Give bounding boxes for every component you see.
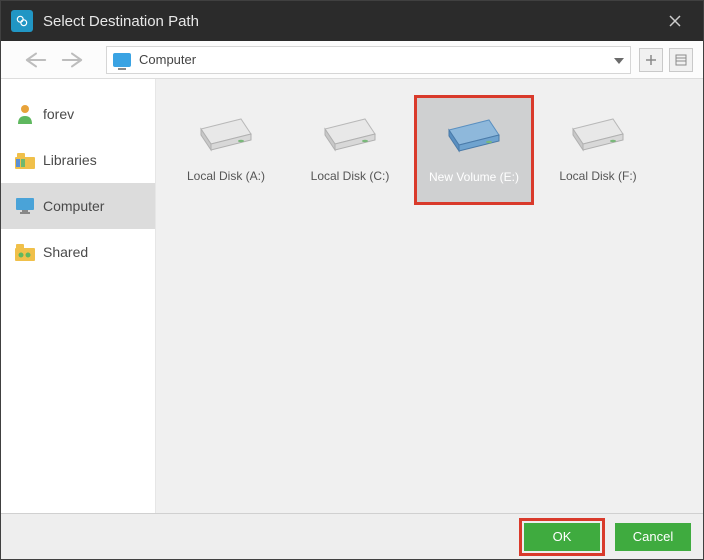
shared-folder-icon: [15, 242, 35, 262]
dialog-window: Select Destination Path Computer: [0, 0, 704, 560]
chevron-down-icon[interactable]: [614, 52, 624, 67]
window-title: Select Destination Path: [43, 13, 199, 30]
toolbar-buttons: [639, 48, 693, 72]
titlebar: Select Destination Path: [1, 1, 703, 41]
sidebar-item-libraries[interactable]: Libraries: [1, 137, 155, 183]
toolbar: Computer: [1, 41, 703, 79]
computer-icon: [113, 53, 131, 67]
sidebar-item-label: Libraries: [43, 152, 97, 168]
cancel-button[interactable]: Cancel: [615, 523, 691, 551]
disk-icon: [568, 105, 628, 163]
drive-item[interactable]: New Volume (E:): [414, 95, 534, 205]
libraries-icon: [15, 150, 35, 170]
drive-item[interactable]: Local Disk (F:): [538, 95, 658, 205]
sidebar-item-computer[interactable]: Computer: [1, 183, 155, 229]
drive-label: Local Disk (F:): [559, 169, 636, 183]
ok-button-highlight: OK: [519, 518, 605, 556]
sidebar-item-shared[interactable]: Shared: [1, 229, 155, 275]
disk-icon: [444, 106, 504, 164]
drive-item[interactable]: Local Disk (A:): [166, 95, 286, 205]
sidebar-item-label: forev: [43, 106, 74, 122]
new-folder-button[interactable]: [639, 48, 663, 72]
close-button[interactable]: [655, 1, 695, 41]
user-icon: [15, 104, 35, 124]
app-icon: [11, 10, 33, 32]
drive-label: Local Disk (A:): [187, 169, 265, 183]
disk-icon: [320, 105, 380, 163]
back-icon[interactable]: [25, 51, 47, 69]
content-area: Local Disk (A:) Local Disk (C:) New Volu…: [156, 79, 703, 513]
path-bar[interactable]: Computer: [106, 46, 631, 74]
view-list-button[interactable]: [669, 48, 693, 72]
nav-arrows: [1, 51, 106, 69]
sidebar: forev Libraries Computer Shared: [1, 79, 156, 513]
sidebar-item-label: Computer: [43, 198, 104, 214]
sidebar-item-label: Shared: [43, 244, 88, 260]
footer: OK Cancel: [1, 513, 703, 559]
path-label: Computer: [139, 52, 196, 67]
dialog-body: forev Libraries Computer Shared: [1, 79, 703, 513]
computer-icon: [15, 196, 35, 216]
forward-icon[interactable]: [61, 51, 83, 69]
drive-label: New Volume (E:): [429, 170, 519, 184]
sidebar-item-user[interactable]: forev: [1, 91, 155, 137]
ok-button[interactable]: OK: [524, 523, 600, 551]
drive-item[interactable]: Local Disk (C:): [290, 95, 410, 205]
drive-label: Local Disk (C:): [311, 169, 390, 183]
disk-icon: [196, 105, 256, 163]
